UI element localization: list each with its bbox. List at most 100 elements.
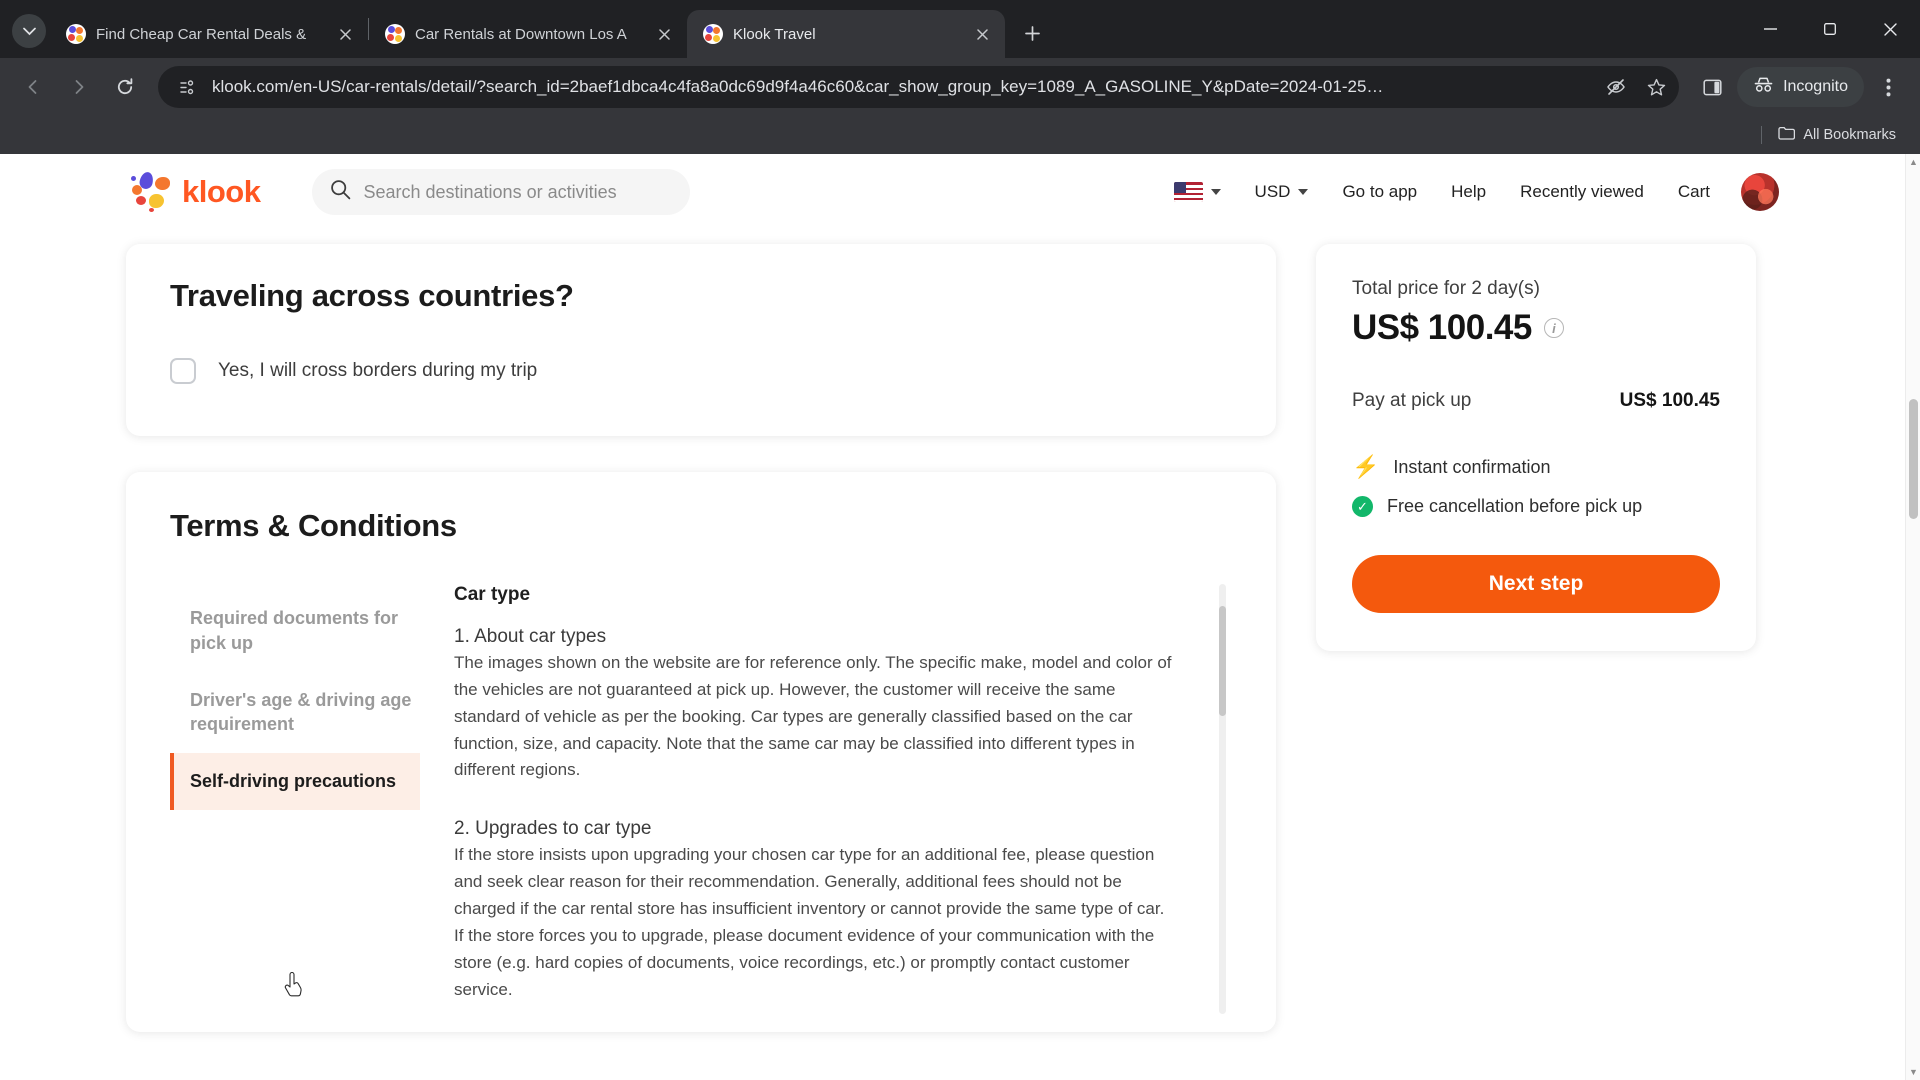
side-column: Total price for 2 day(s) US$ 100.45 i Pa… bbox=[1316, 230, 1756, 651]
terms-scrollbar[interactable] bbox=[1219, 584, 1226, 1014]
terms-spacer bbox=[454, 784, 1174, 818]
cart-link[interactable]: Cart bbox=[1661, 182, 1727, 202]
total-price-amount: US$ 100.45 bbox=[1352, 308, 1532, 347]
site-settings-icon[interactable] bbox=[172, 72, 202, 102]
page-viewport: klook Search destinations or activities bbox=[0, 154, 1920, 1080]
price-summary-card: Total price for 2 day(s) US$ 100.45 i Pa… bbox=[1316, 244, 1756, 651]
terms-nav-item-self-driving[interactable]: Self-driving precautions bbox=[170, 753, 420, 811]
minimize-icon[interactable] bbox=[1740, 5, 1800, 53]
terms-text-panel: Car type 1. About car types The images s… bbox=[420, 584, 1232, 1014]
incognito-label: Incognito bbox=[1783, 78, 1848, 95]
close-icon[interactable] bbox=[969, 21, 995, 47]
go-to-app-label: Go to app bbox=[1342, 182, 1418, 201]
next-step-button[interactable]: Next step bbox=[1352, 555, 1720, 613]
scroll-down-arrow[interactable]: ▼ bbox=[1906, 1064, 1920, 1080]
perk-free-cancellation: ✓ Free cancellation before pick up bbox=[1352, 496, 1720, 517]
total-price-label: Total price for 2 day(s) bbox=[1352, 278, 1540, 299]
site-header: klook Search destinations or activities bbox=[0, 154, 1905, 230]
help-label: Help bbox=[1451, 182, 1487, 201]
klook-favicon bbox=[703, 24, 723, 44]
close-icon[interactable] bbox=[651, 21, 677, 47]
klook-logo-icon bbox=[130, 170, 174, 212]
window-controls bbox=[1740, 0, 1920, 58]
bookmark-divider bbox=[1761, 126, 1763, 144]
all-bookmarks-label: All Bookmarks bbox=[1803, 127, 1896, 143]
us-flag-icon bbox=[1173, 182, 1203, 202]
cart-label: Cart bbox=[1677, 182, 1710, 201]
close-icon[interactable] bbox=[332, 21, 358, 47]
cross-border-title: Traveling across countries? bbox=[170, 278, 574, 313]
terms-block-subheading: 2. Upgrades to car type bbox=[454, 818, 652, 840]
recently-viewed-link[interactable]: Recently viewed bbox=[1503, 182, 1661, 202]
terms-nav-item-driver-age[interactable]: Driver's age & driving age requirement bbox=[170, 672, 420, 754]
go-to-app-link[interactable]: Go to app bbox=[1325, 182, 1434, 202]
cross-border-checkbox-row[interactable]: Yes, I will cross borders during my trip bbox=[170, 358, 1232, 384]
cross-border-checkbox-label: Yes, I will cross borders during my trip bbox=[218, 360, 538, 381]
klook-favicon bbox=[66, 24, 86, 44]
currency-selector[interactable]: USD bbox=[1238, 182, 1326, 202]
reload-icon[interactable] bbox=[104, 66, 146, 108]
new-tab-button[interactable] bbox=[1015, 16, 1049, 50]
terms-spacer bbox=[454, 1003, 1174, 1014]
scroll-up-arrow[interactable]: ▲ bbox=[1906, 154, 1920, 170]
side-panel-icon[interactable] bbox=[1691, 66, 1733, 108]
language-selector[interactable] bbox=[1157, 182, 1238, 202]
klook-favicon bbox=[385, 24, 405, 44]
terms-body: Required documents for pick up Driver's … bbox=[170, 584, 1232, 1014]
terms-card: Terms & Conditions Required documents fo… bbox=[126, 472, 1276, 1032]
incognito-indicator[interactable]: Incognito bbox=[1737, 67, 1864, 107]
terms-block-body: If the store insists upon upgrading your… bbox=[454, 845, 1165, 999]
all-bookmarks-button[interactable]: All Bookmarks bbox=[1772, 122, 1902, 148]
tab-title: Find Cheap Car Rental Deals & bbox=[96, 25, 307, 43]
bookmark-star-icon[interactable] bbox=[1641, 72, 1671, 102]
address-bar[interactable]: klook.com/en-US/car-rentals/detail/?sear… bbox=[158, 66, 1680, 108]
terms-title: Terms & Conditions bbox=[170, 508, 457, 543]
cross-border-checkbox[interactable] bbox=[170, 358, 196, 384]
avatar[interactable] bbox=[1741, 173, 1779, 211]
incognito-icon bbox=[1753, 76, 1774, 98]
forward-icon[interactable] bbox=[58, 66, 100, 108]
url-text: klook.com/en-US/car-rentals/detail/?sear… bbox=[212, 77, 1384, 96]
klook-page: klook Search destinations or activities bbox=[0, 154, 1905, 1080]
back-icon[interactable] bbox=[12, 66, 54, 108]
chevron-down-icon bbox=[1298, 189, 1309, 195]
terms-scrollbar-thumb[interactable] bbox=[1219, 606, 1226, 716]
check-circle-icon: ✓ bbox=[1352, 496, 1373, 517]
terms-nav-item-required-documents[interactable]: Required documents for pick up bbox=[170, 590, 420, 672]
browser-tab-2[interactable]: Car Rentals at Downtown Los A bbox=[369, 10, 687, 58]
browser-window: Find Cheap Car Rental Deals & Car Rental… bbox=[0, 0, 1920, 1080]
page-scrollbar[interactable]: ▲ ▼ bbox=[1905, 154, 1920, 1080]
close-window-icon[interactable] bbox=[1860, 5, 1920, 53]
recently-viewed-label: Recently viewed bbox=[1520, 182, 1644, 201]
info-icon[interactable]: i bbox=[1543, 318, 1564, 338]
page-scrollbar-thumb[interactable] bbox=[1909, 399, 1918, 519]
tab-title: Klook Travel bbox=[733, 25, 816, 43]
bookmark-bar: All Bookmarks bbox=[0, 116, 1920, 154]
tracking-protection-icon[interactable] bbox=[1601, 72, 1631, 102]
klook-wordmark: klook bbox=[182, 174, 261, 209]
chrome-menu-icon[interactable] bbox=[1868, 67, 1908, 107]
pay-at-pickup-label: Pay at pick up bbox=[1352, 390, 1472, 411]
header-nav: USD Go to app Help Recently viewed Cart bbox=[1157, 173, 1905, 211]
tab-search-button[interactable] bbox=[12, 14, 46, 48]
browser-tab-3[interactable]: Klook Travel bbox=[687, 10, 1005, 58]
perk-instant-confirmation: ⚡ Instant confirmation bbox=[1352, 456, 1720, 478]
pay-at-pickup-row: Pay at pick up US$ 100.45 bbox=[1352, 390, 1720, 412]
currency-label: USD bbox=[1254, 182, 1291, 201]
search-input[interactable]: Search destinations or activities bbox=[312, 169, 691, 215]
tab-title: Car Rentals at Downtown Los A bbox=[415, 25, 627, 43]
terms-section-heading: Car type bbox=[454, 584, 531, 605]
perk-cancellation-label: Free cancellation before pick up bbox=[1387, 496, 1643, 516]
klook-logo[interactable]: klook bbox=[130, 170, 261, 212]
help-link[interactable]: Help bbox=[1434, 182, 1503, 202]
folder-icon bbox=[1778, 126, 1796, 144]
browser-toolbar: klook.com/en-US/car-rentals/detail/?sear… bbox=[0, 58, 1920, 116]
tab-strip: Find Cheap Car Rental Deals & Car Rental… bbox=[0, 0, 1920, 58]
search-icon bbox=[330, 179, 351, 205]
terms-block-subheading: 1. About car types bbox=[454, 626, 607, 647]
terms-nav: Required documents for pick up Driver's … bbox=[170, 584, 420, 1014]
terms-scroll-content: Car type 1. About car types The images s… bbox=[454, 584, 1188, 1014]
browser-tab-1[interactable]: Find Cheap Car Rental Deals & bbox=[50, 10, 368, 58]
chevron-down-icon bbox=[1210, 189, 1221, 195]
maximize-icon[interactable] bbox=[1800, 5, 1860, 53]
